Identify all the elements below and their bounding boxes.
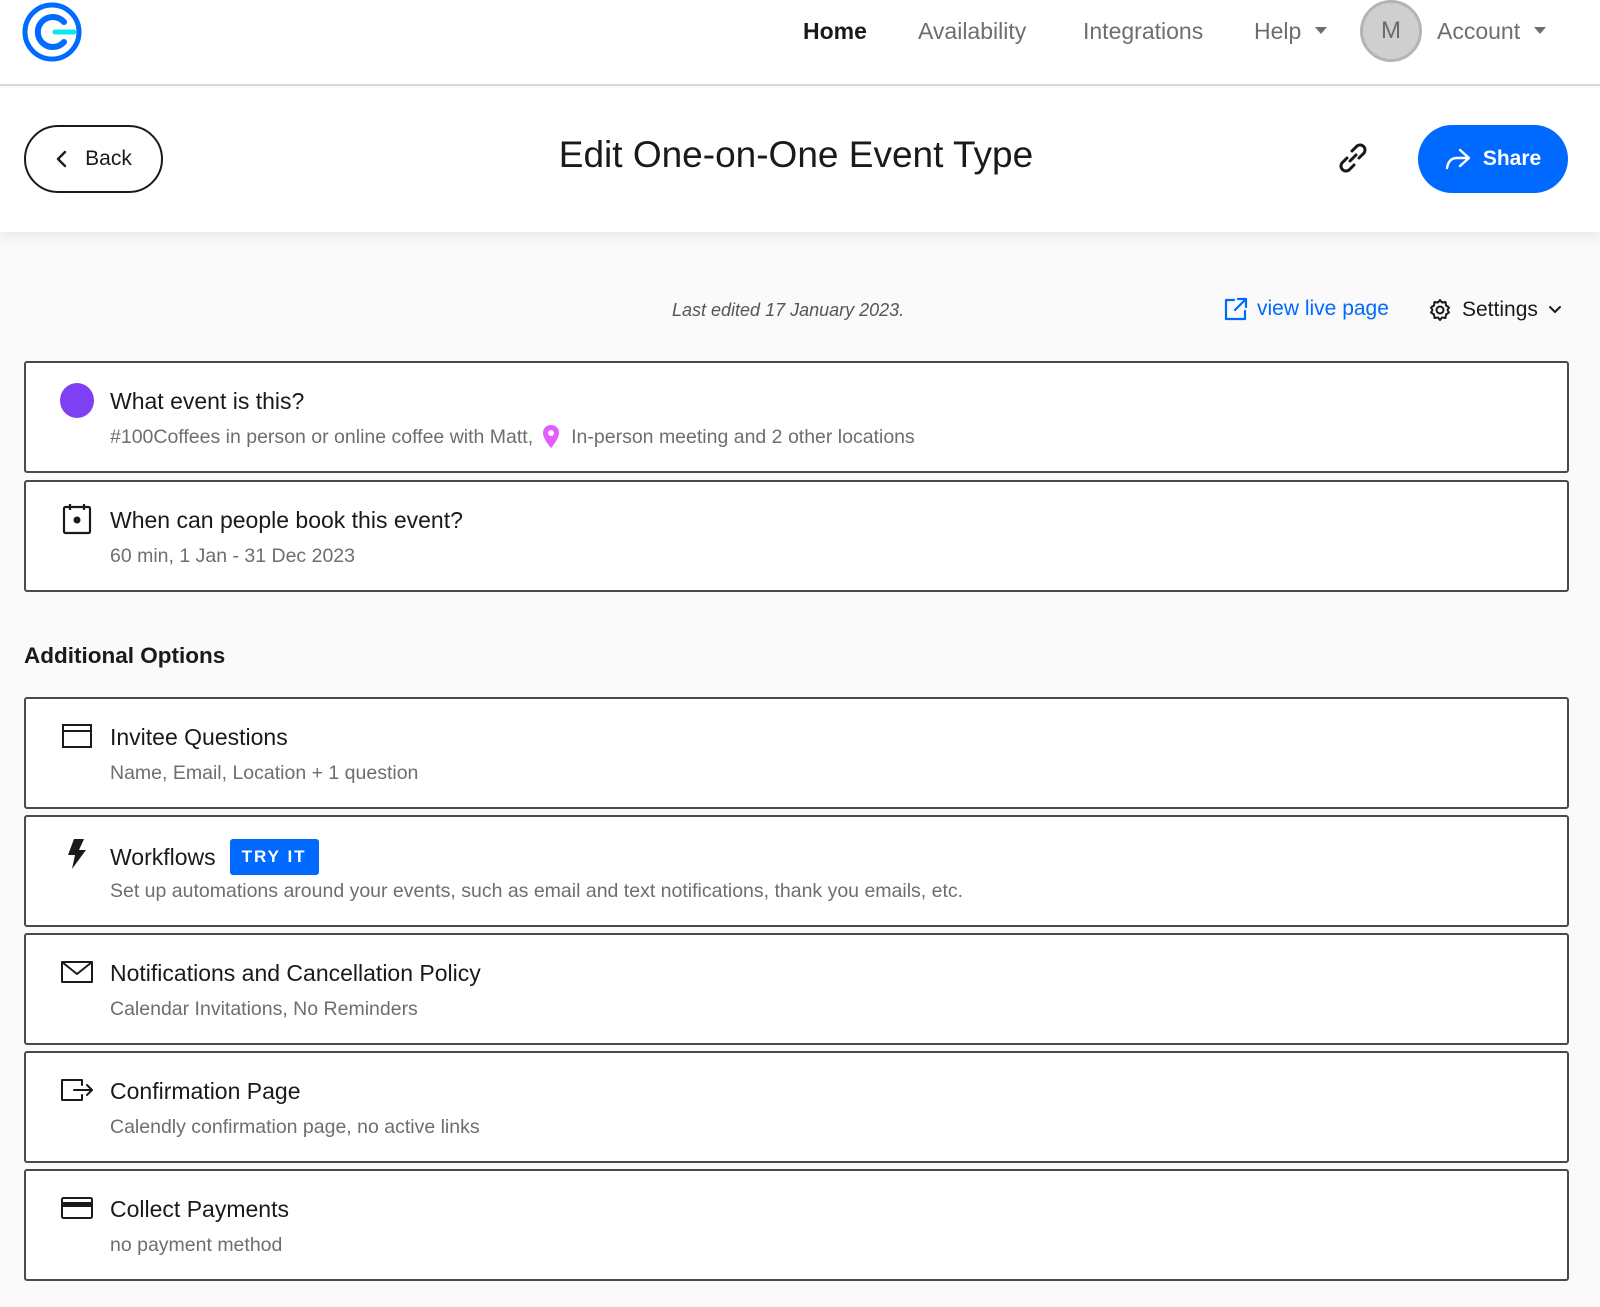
try-it-badge[interactable]: TRY IT: [229, 839, 319, 875]
event-details-card[interactable]: What event is this? #100Coffees in perso…: [24, 361, 1569, 473]
nav-home[interactable]: Home: [803, 14, 867, 48]
workflows-title: Workflows: [110, 844, 216, 870]
card-title: When can people book this event?: [110, 507, 463, 533]
nav-help-label: Help: [1254, 18, 1302, 44]
event-description: #100Coffees in person or online coffee w…: [110, 426, 534, 448]
gear-icon: [1430, 299, 1450, 321]
share-label: Share: [1482, 147, 1542, 170]
top-nav: Home Availability Integrations Help M Ac…: [0, 0, 1600, 86]
last-edited-text: Last edited 17 January 2023.: [672, 300, 905, 320]
workflows-card[interactable]: Workflows TRY IT Set up automations arou…: [24, 815, 1569, 927]
settings-label: Settings: [1462, 298, 1538, 321]
invitee-questions-card[interactable]: Invitee Questions Name, Email, Location …: [24, 697, 1569, 809]
card-title: Workflows TRY IT: [110, 839, 319, 875]
avatar[interactable]: M: [1360, 0, 1422, 62]
booking-window-card[interactable]: When can people book this event? 60 min,…: [24, 480, 1569, 592]
view-live-page-link[interactable]: view live page: [1223, 296, 1389, 322]
lightning-icon: [60, 837, 94, 871]
envelope-icon: [60, 955, 94, 989]
share-arrow-icon: [1445, 148, 1471, 170]
purple-dot-icon: [60, 382, 94, 418]
chevron-down-icon: [1534, 27, 1547, 35]
card-subtitle: #100Coffees in person or online coffee w…: [110, 423, 915, 451]
card-title: Invitee Questions: [110, 724, 288, 750]
credit-card-icon: [60, 1191, 94, 1225]
page-header: Back Edit One-on-One Event Type Share: [0, 88, 1600, 232]
card-subtitle: Name, Email, Location + 1 question: [110, 762, 419, 784]
nav-help[interactable]: Help: [1254, 14, 1328, 48]
card-title: Notifications and Cancellation Policy: [110, 960, 481, 986]
location-pin-icon: [543, 425, 560, 448]
form-icon: [60, 719, 94, 753]
card-subtitle: no payment method: [110, 1234, 283, 1256]
card-subtitle: Calendly confirmation page, no active li…: [110, 1116, 480, 1138]
nav-integrations[interactable]: Integrations: [1083, 14, 1203, 48]
confirmation-page-card[interactable]: Confirmation Page Calendly confirmation …: [24, 1051, 1569, 1163]
card-title: What event is this?: [110, 388, 305, 414]
additional-options-heading: Additional Options: [24, 643, 226, 668]
view-live-label: view live page: [1257, 297, 1389, 320]
nav-account-label: Account: [1437, 18, 1521, 44]
notifications-card[interactable]: Notifications and Cancellation Policy Ca…: [24, 933, 1569, 1045]
exit-icon: [60, 1073, 94, 1107]
event-color-icon: [60, 382, 94, 418]
card-subtitle: Calendar Invitations, No Reminders: [110, 998, 418, 1020]
external-link-icon: [1224, 297, 1248, 321]
nav-account[interactable]: Account: [1437, 14, 1547, 48]
chevron-down-icon: [1315, 27, 1328, 35]
card-title: Collect Payments: [110, 1196, 289, 1222]
calendly-logo-icon[interactable]: [22, 2, 82, 62]
calendar-icon: [60, 502, 94, 536]
card-subtitle: Set up automations around your events, s…: [110, 880, 964, 902]
chevron-down-icon: [1548, 306, 1561, 314]
link-icon[interactable]: [1334, 139, 1372, 177]
settings-dropdown[interactable]: Settings: [1428, 298, 1562, 322]
collect-payments-card[interactable]: Collect Payments no payment method: [24, 1169, 1569, 1281]
nav-availability[interactable]: Availability: [918, 14, 1026, 48]
share-button[interactable]: Share: [1418, 125, 1568, 193]
card-subtitle: 60 min, 1 Jan - 31 Dec 2023: [110, 545, 355, 567]
card-title: Confirmation Page: [110, 1078, 301, 1104]
event-location: In-person meeting and 2 other locations: [571, 426, 915, 448]
